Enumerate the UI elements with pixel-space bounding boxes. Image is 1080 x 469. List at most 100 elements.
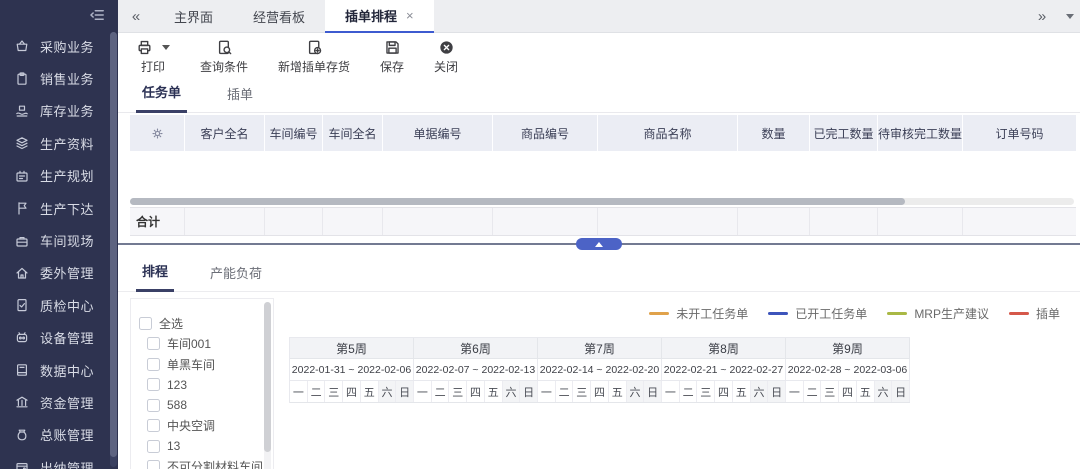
column-header[interactable]: 车间全名: [323, 115, 383, 151]
filter-workshop-item[interactable]: 单黑车间: [147, 354, 259, 375]
sidebar-item-workshop[interactable]: 车间现场: [0, 224, 118, 256]
day-cell: 三: [449, 381, 467, 402]
sidebar-item-data-center[interactable]: 数据中心: [0, 354, 118, 386]
app-window: 采购业务 销售业务 库存业务 生产资料 生产规划 生产下达 车间现场 委外管理: [0, 0, 1080, 469]
week-date-range: 2022-02-28 ~ 2022-03-06: [786, 359, 910, 381]
tab-close-icon[interactable]: ×: [406, 8, 414, 23]
total-cell: [493, 208, 598, 235]
cashier-wallet-icon: [14, 459, 30, 469]
subtab-task-orders[interactable]: 任务单: [136, 82, 187, 113]
sidebar-item-purchase[interactable]: 采购业务: [0, 30, 118, 62]
sidebar-scrollbar[interactable]: [110, 32, 117, 467]
week-name: 第7周: [538, 338, 662, 359]
table-header-row: 客户全名 车间编号 车间全名 单据编号 商品编号 商品名称 数量 已完工数量 待…: [130, 115, 1076, 151]
tabs-scroll-right-icon[interactable]: »: [1024, 0, 1060, 32]
filter-scrollbar[interactable]: [264, 302, 271, 469]
print-dropdown-icon[interactable]: [162, 45, 170, 50]
sidebar-item-label: 设备管理: [40, 328, 94, 347]
week-name: 第5周: [290, 338, 414, 359]
sidebar-item-outsourcing[interactable]: 委外管理: [0, 257, 118, 289]
column-header[interactable]: 待审核完工数量: [878, 115, 963, 151]
column-header[interactable]: 商品编号: [493, 115, 598, 151]
filter-workshop-item[interactable]: 不可分割材料车间: [147, 457, 259, 469]
tabs-list-dropdown-icon[interactable]: [1060, 0, 1080, 32]
gear-icon[interactable]: [150, 126, 165, 141]
tab-insert-scheduling[interactable]: 插单排程 ×: [325, 0, 434, 33]
checkbox[interactable]: [139, 317, 152, 330]
checkbox[interactable]: [147, 419, 160, 432]
sidebar-item-quality[interactable]: 质检中心: [0, 289, 118, 321]
checkbox[interactable]: [147, 378, 160, 391]
query-criteria-label: 查询条件: [200, 58, 248, 75]
column-header[interactable]: 车间编号: [265, 115, 323, 151]
column-header[interactable]: 客户全名: [185, 115, 265, 151]
day-header-row: 一二三四五六日: [786, 381, 910, 403]
tabs-scroll-left-icon[interactable]: «: [118, 0, 154, 32]
sidebar-item-sales[interactable]: 销售业务: [0, 62, 118, 94]
menu-fold-icon[interactable]: [88, 6, 106, 24]
sidebar-item-production-planning[interactable]: 生产规划: [0, 160, 118, 192]
sidebar-item-inventory[interactable]: 库存业务: [0, 95, 118, 127]
tab-label: 经营看板: [253, 7, 305, 26]
table-body-empty: [130, 151, 1076, 198]
equipment-icon: [14, 330, 30, 346]
gantt-week: 第9周 2022-02-28 ~ 2022-03-06 一二三四五六日: [786, 338, 910, 403]
filter-workshop-item[interactable]: 13: [147, 436, 259, 457]
checkbox-label: 全选: [159, 315, 183, 332]
filter-scrollbar-thumb[interactable]: [264, 302, 271, 452]
sidebar-item-label: 出纳管理: [40, 458, 94, 469]
filter-workshop-item[interactable]: 123: [147, 375, 259, 396]
day-cell: 三: [325, 381, 343, 402]
tab-main-screen[interactable]: 主界面: [154, 0, 233, 32]
sidebar-item-label: 资金管理: [40, 393, 94, 412]
filter-select-all[interactable]: 全选: [139, 313, 259, 334]
query-criteria-button[interactable]: 查询条件: [200, 38, 248, 75]
sidebar-item-funds[interactable]: 资金管理: [0, 386, 118, 418]
quality-check-icon: [14, 297, 30, 313]
save-button[interactable]: 保存: [380, 38, 404, 75]
table-horizontal-scrollbar[interactable]: [130, 198, 1074, 205]
tab-label: 插单排程: [345, 6, 397, 25]
week-name: 第8周: [662, 338, 786, 359]
checkbox[interactable]: [147, 358, 160, 371]
sidebar-item-cashier[interactable]: 出纳管理: [0, 451, 118, 469]
close-button[interactable]: 关闭: [434, 38, 458, 75]
filter-workshop-item[interactable]: 车间001: [147, 334, 259, 355]
sidebar-scrollbar-thumb[interactable]: [110, 32, 117, 457]
week-date-range: 2022-02-07 ~ 2022-02-13: [414, 359, 538, 381]
column-header[interactable]: 数量: [738, 115, 810, 151]
column-header[interactable]: 商品名称: [598, 115, 738, 151]
day-cell: 六: [379, 381, 397, 402]
column-header[interactable]: 单据编号: [383, 115, 493, 151]
checkbox[interactable]: [147, 460, 160, 469]
checkbox-label: 中央空调: [167, 417, 215, 434]
tabbar: « 主界面 经营看板 插单排程 × »: [118, 0, 1080, 33]
checkbox[interactable]: [147, 399, 160, 412]
subtab-insert-orders[interactable]: 插单: [221, 84, 259, 112]
save-floppy-icon: [384, 39, 401, 56]
day-cell: 一: [662, 381, 680, 402]
sidebar-item-equipment[interactable]: 设备管理: [0, 322, 118, 354]
sidebar-item-ledger[interactable]: 总账管理: [0, 419, 118, 451]
column-settings-cell[interactable]: [130, 115, 185, 151]
filter-workshop-item[interactable]: 中央空调: [147, 416, 259, 437]
sidebar-item-label: 库存业务: [40, 101, 94, 120]
sidebar-item-production-dispatch[interactable]: 生产下达: [0, 192, 118, 224]
tab-business-dashboard[interactable]: 经营看板: [233, 0, 325, 32]
print-button[interactable]: 打印: [136, 38, 170, 75]
day-cell: 四: [591, 381, 609, 402]
add-insert-item-button[interactable]: 新增插单存货: [278, 38, 350, 75]
column-header[interactable]: 已完工数量: [810, 115, 878, 151]
day-cell: 一: [290, 381, 308, 402]
checkbox[interactable]: [147, 337, 160, 350]
day-cell: 日: [892, 381, 910, 402]
subtabs: 任务单 插单: [118, 81, 1080, 113]
tab-scheduling[interactable]: 排程: [136, 261, 174, 292]
sidebar-item-production-data[interactable]: 生产资料: [0, 127, 118, 159]
column-header[interactable]: 订单号码: [963, 115, 1076, 151]
tab-capacity-load[interactable]: 产能负荷: [204, 263, 268, 291]
filter-workshop-item[interactable]: 588: [147, 395, 259, 416]
checkbox[interactable]: [147, 440, 160, 453]
table-hscrollbar-thumb[interactable]: [130, 198, 905, 205]
close-button-label: 关闭: [434, 58, 458, 75]
